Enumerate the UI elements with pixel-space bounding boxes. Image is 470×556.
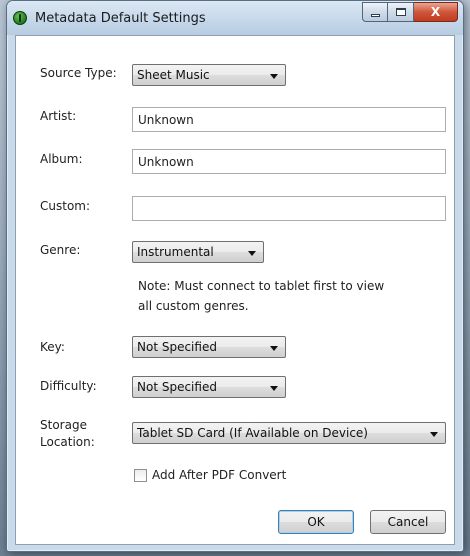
source-type-label: Source Type: (40, 66, 117, 80)
artist-label: Artist: (40, 109, 77, 123)
app-green-icon (13, 11, 27, 25)
window-title: Metadata Default Settings (35, 11, 206, 26)
dialog-window: Metadata Default Settings X Source Type:… (6, 0, 464, 552)
genre-note-line2: all custom genres. (138, 299, 249, 313)
caption-buttons: X (362, 2, 458, 22)
storage-location-label: Storage Location: (40, 417, 95, 451)
genre-note-line1: Note: Must connect to tablet first to vi… (138, 279, 385, 293)
source-type-value: Sheet Music (137, 68, 210, 82)
close-button[interactable]: X (414, 2, 458, 22)
album-label: Album: (40, 152, 83, 166)
chevron-down-icon (270, 74, 278, 79)
chevron-down-icon (430, 432, 438, 437)
genre-select[interactable]: Instrumental (132, 241, 264, 263)
artist-field[interactable]: Unknown (132, 107, 446, 132)
difficulty-label: Difficulty: (40, 379, 97, 393)
source-type-select[interactable]: Sheet Music (132, 64, 286, 86)
genre-note: Note: Must connect to tablet first to vi… (138, 276, 384, 316)
ok-button[interactable]: OK (278, 510, 354, 534)
dialog-content: Source Type: Sheet Music Artist: Unknown… (15, 35, 455, 545)
chevron-down-icon (270, 346, 278, 351)
minimize-button[interactable] (362, 2, 388, 22)
storage-label-line1: Storage (40, 418, 87, 432)
cancel-button[interactable]: Cancel (370, 510, 446, 534)
key-select[interactable]: Not Specified (132, 336, 286, 358)
add-after-pdf-label[interactable]: Add After PDF Convert (152, 468, 286, 482)
genre-value: Instrumental (137, 245, 214, 259)
key-label: Key: (40, 340, 65, 354)
album-field[interactable]: Unknown (132, 149, 446, 174)
close-icon: X (430, 5, 441, 19)
storage-location-select[interactable]: Tablet SD Card (If Available on Device) (132, 422, 446, 444)
add-after-pdf-checkbox[interactable] (134, 469, 147, 482)
maximize-icon (395, 8, 406, 16)
custom-field[interactable] (132, 196, 446, 221)
maximize-button[interactable] (388, 2, 414, 22)
genre-label: Genre: (40, 243, 81, 257)
chevron-down-icon (270, 386, 278, 391)
difficulty-value: Not Specified (137, 380, 217, 394)
chevron-down-icon (248, 251, 256, 256)
key-value: Not Specified (137, 340, 217, 354)
minimize-icon (370, 13, 380, 17)
difficulty-select[interactable]: Not Specified (132, 376, 286, 398)
title-bar[interactable]: Metadata Default Settings X (7, 1, 463, 35)
storage-location-value: Tablet SD Card (If Available on Device) (137, 426, 368, 440)
custom-label: Custom: (40, 199, 91, 213)
storage-label-line2: Location: (40, 435, 95, 449)
